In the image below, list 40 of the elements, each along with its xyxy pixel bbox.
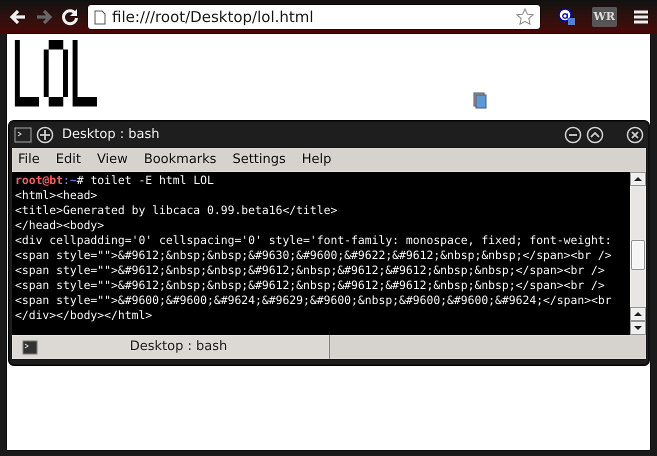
star-icon[interactable] [516,8,534,26]
output-line: <html><head> [15,188,98,203]
menu-item[interactable]: File [18,150,40,170]
reload-icon[interactable] [60,7,80,27]
output-line: <span style="">&#9600;&#9600;&#9624;&#9629;&#9600;&nbsp;&#9600;&#9600;&#9624;</span><br [15,293,613,308]
menu-item[interactable]: View [96,150,128,170]
close-icon[interactable] [626,126,644,144]
scroll-down-icon[interactable] [630,321,646,335]
menu-item[interactable]: Settings [232,150,286,170]
scroll-up-icon[interactable] [630,307,646,321]
menu-item[interactable]: Bookmarks [144,150,216,170]
menu-item[interactable]: Edit [56,150,81,170]
scrollbar[interactable] [630,172,646,335]
window-title: Desktop : bash [62,126,160,144]
terminal-tab[interactable]: Desktop : bash [12,335,330,359]
translate-icon[interactable] [558,8,576,26]
output-line: </head><body> [15,218,106,233]
address-bar[interactable]: file:///root/Desktop/lol.html [88,5,540,29]
maximize-icon[interactable] [586,126,604,144]
output-line: <span style="">&#9612;&nbsp;&nbsp;&#9612;&nbsp;&#9612;&#9612;&nbsp;&nbsp;</span><br /> [15,278,606,293]
output-line: <span style="">&#9612;&nbsp;&nbsp;&#9630;&#9600;&#9622;&#9612;&nbsp;&nbsp;</span><br /> [15,248,613,263]
desktop-file-icon[interactable] [473,92,487,109]
extension-button[interactable]: WR [592,6,617,28]
url-text: file:///root/Desktop/lol.html [112,6,315,28]
output-line: <div cellpadding='0' cellspacing='0' style='font-family: monospace, fixed; font-weight: [15,233,613,248]
menu-item[interactable]: Help [302,150,332,170]
back-icon[interactable] [8,7,28,27]
menu-icon[interactable] [633,10,649,24]
output-line: <title>Generated by libcaca 0.99.beta16</title> [15,203,338,218]
scroll-up-icon[interactable] [630,172,646,186]
page-icon [94,10,106,24]
lol-ascii-art: ▌ ▞▀▖▌ ▌ ▌ ▌▌ ▌ ▌ ▌▌ ▀▀▘▝▀ ▀▀▘ [15,40,102,116]
new-tab-icon[interactable] [36,126,54,144]
minimize-icon[interactable] [564,126,582,144]
prompt-line: root@bt:~# toilet -E html LOL [15,173,215,188]
output-line: <span style="">&#9612;&nbsp;&nbsp;&#9612;&nbsp;&#9612;&#9612;&nbsp;&nbsp;</span><br /> [15,263,606,278]
terminal-icon [22,340,38,354]
terminal-icon [14,127,32,143]
output-line: </div></body></html> [15,308,154,323]
scrollbar-thumb[interactable] [631,240,645,270]
